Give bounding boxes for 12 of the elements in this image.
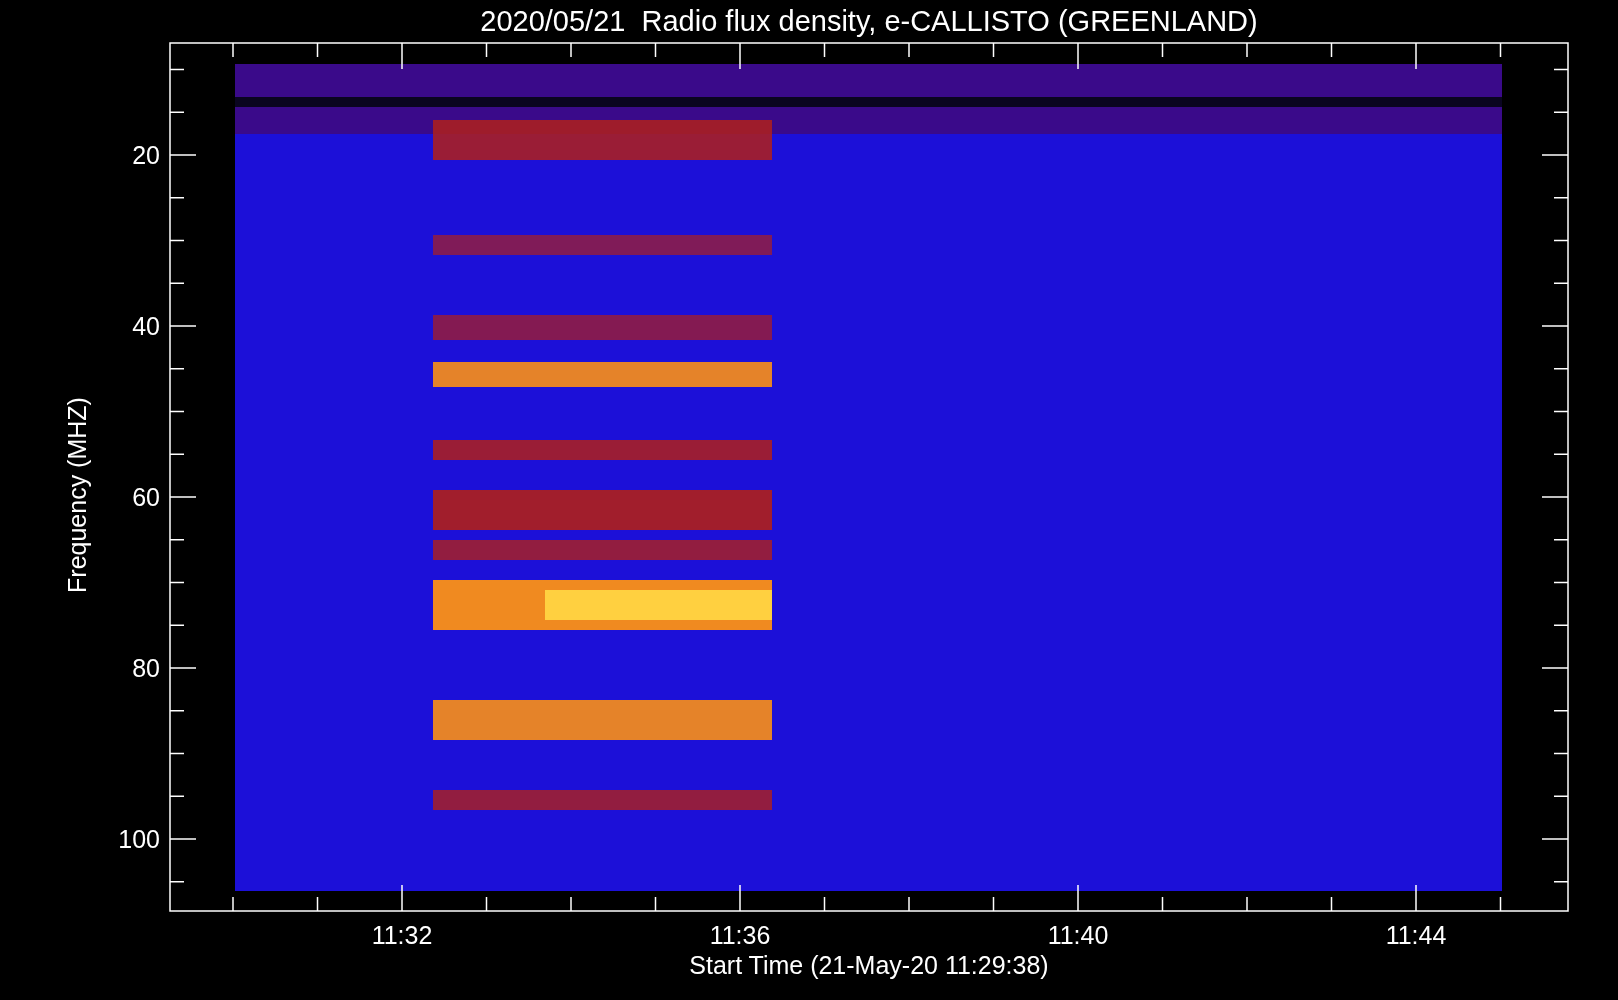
chart-title: 2020/05/21 Radio flux density, e-CALLISTO (GREENLAND) bbox=[480, 5, 1258, 37]
x-tick-label: 11:40 bbox=[1047, 921, 1109, 949]
y-tick-label: 40 bbox=[132, 312, 160, 340]
x-tick-label: 11:32 bbox=[371, 921, 433, 949]
y-tick-label: 20 bbox=[132, 141, 160, 169]
x-axis-label: Start Time (21-May-20 11:29:38) bbox=[689, 951, 1049, 979]
x-tick-label: 11:36 bbox=[709, 921, 771, 949]
y-axis-label: Frequency (MHZ) bbox=[63, 397, 91, 593]
y-tick-label: 80 bbox=[132, 654, 160, 682]
y-tick-label: 60 bbox=[132, 483, 160, 511]
y-tick-label: 100 bbox=[118, 825, 160, 853]
x-tick-label: 11:44 bbox=[1385, 921, 1447, 949]
